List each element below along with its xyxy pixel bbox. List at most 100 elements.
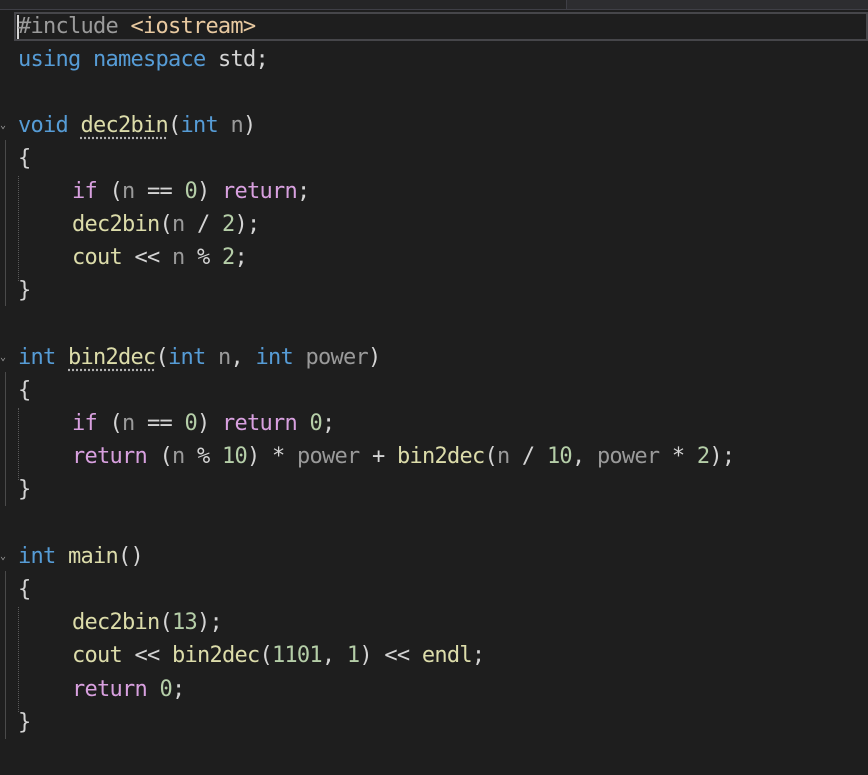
punctuation: ( [155,345,168,370]
code-line[interactable]: if (n == 0) return; [18,175,310,208]
function-name[interactable]: dec2bin [80,113,168,138]
code-editor[interactable]: ⌄ ⌄ ⌄ #include <iostream> using namespac… [0,0,868,775]
number-literal: 2 [221,212,235,237]
number-literal: 2 [696,444,710,469]
code-line[interactable]: return (n % 10) * power + bin2dec(n / 10… [18,440,735,473]
parameter: power [305,345,368,370]
parameter: n [217,345,231,370]
code-line[interactable]: { [18,573,31,606]
editor-tab-strip [0,0,868,10]
keyword: return [221,411,298,436]
code-line[interactable]: } [18,706,31,739]
parameter: n [122,411,135,436]
identifier[interactable]: endl [422,643,473,668]
function-name[interactable]: main [68,544,119,569]
keyword: int [255,345,293,370]
keyword: using [18,47,81,72]
brace: { [18,577,31,602]
number-literal: 0 [159,677,172,702]
code-line[interactable]: } [18,274,31,307]
keyword: return [72,444,148,469]
function-name[interactable]: bin2dec [68,345,156,370]
code-line[interactable]: return 0; [18,673,185,706]
parameter: n [122,179,135,204]
preprocessor-directive: #include [18,14,119,39]
code-line[interactable]: using namespace std; [18,43,269,76]
keyword: int [18,345,56,370]
code-line[interactable]: int bin2dec(int n, int power) [18,341,381,374]
include-header: <iostream> [130,14,256,39]
code-line[interactable]: { [18,142,31,175]
fold-chevron-icon[interactable]: ⌄ [0,552,6,562]
punctuation: , [571,444,597,469]
keyword: void [18,113,69,138]
identifier[interactable]: cout [72,643,123,668]
number-literal: 1 [346,643,360,668]
punctuation: ) [359,643,372,668]
punctuation: ( [109,179,123,204]
punctuation: ; [171,677,185,702]
punctuation: ); [234,212,260,237]
punctuation: , [230,345,256,370]
keyword: int [18,544,56,569]
fold-chevron-icon[interactable]: ⌄ [0,121,6,131]
punctuation: ; [471,643,485,668]
punctuation: ) [367,345,381,370]
function-call[interactable]: dec2bin [72,610,160,635]
punctuation: ( [484,444,497,469]
number-literal: 13 [171,610,198,635]
number-literal: 10 [221,444,248,469]
brace: { [18,378,31,403]
punctuation: ); [709,444,735,469]
punctuation: ); [196,610,223,635]
parameter: power [596,444,660,469]
operator: % [184,444,222,469]
code-line[interactable]: { [18,374,31,407]
code-line[interactable]: } [18,473,31,506]
keyword: int [180,113,218,138]
identifier[interactable]: cout [72,245,123,270]
operator: << [121,643,172,668]
code-line[interactable]: if (n == 0) return 0; [18,407,335,440]
fold-chevron-icon[interactable]: ⌄ [0,353,6,363]
navigation-dropdown[interactable] [576,0,868,9]
editor-tab[interactable] [0,0,567,9]
number-literal: 0 [184,179,197,204]
operator: << [371,643,422,668]
code-line[interactable]: dec2bin(13); [18,606,223,639]
code-line[interactable]: void dec2bin(int n) [18,109,256,142]
code-line[interactable]: #include <iostream> [18,10,256,43]
operator: << [121,245,172,270]
punctuation: () [117,544,144,569]
brace: { [18,146,31,171]
punctuation: ) [196,411,210,436]
punctuation: ) [196,179,210,204]
operator: == [134,411,185,436]
keyword: int [167,345,206,370]
fold-region-bar [5,372,6,506]
function-call[interactable]: dec2bin [72,212,160,237]
number-literal: 10 [546,444,573,469]
operator: % [184,245,222,270]
function-call[interactable]: bin2dec [172,643,260,668]
number-literal: 0 [184,411,197,436]
function-call[interactable]: bin2dec [397,444,485,469]
code-line[interactable]: cout << bin2dec(1101, 1) << endl; [18,639,485,672]
keyword: namespace [92,47,206,72]
code-line[interactable]: dec2bin(n / 2); [18,208,260,241]
code-line[interactable]: cout << n % 2; [18,241,248,274]
operator: * [259,444,297,469]
operator: * [659,444,697,469]
code-line[interactable]: int main() [18,540,144,573]
punctuation: ; [234,245,247,270]
operator: / [509,444,547,469]
punctuation: ; [296,179,310,204]
punctuation: ; [321,411,335,436]
